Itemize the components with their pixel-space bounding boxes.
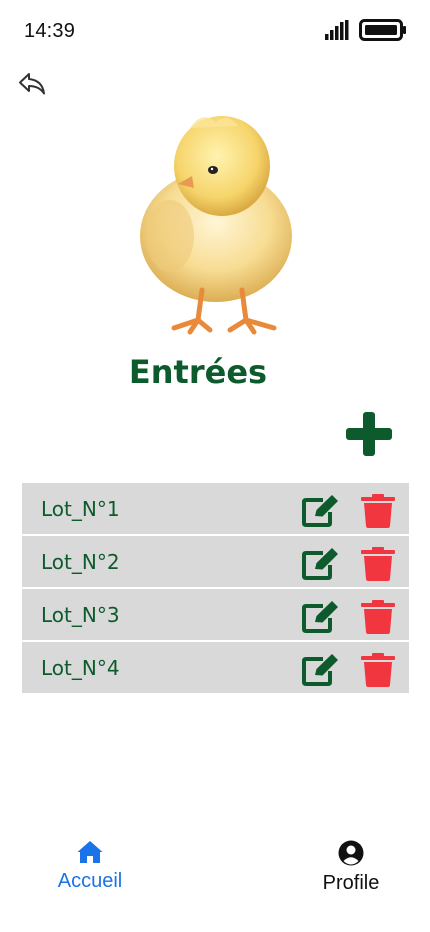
nav-item-profile[interactable]: Profile [306, 840, 396, 895]
lot-row[interactable]: Lot_N°4 [22, 642, 409, 693]
trash-icon [361, 653, 395, 687]
lot-label: Lot_N°3 [41, 602, 120, 627]
edit-lot-button[interactable] [301, 653, 341, 687]
edit-icon [302, 601, 338, 633]
trash-icon [361, 600, 395, 634]
lot-label: Lot_N°1 [41, 496, 120, 521]
edit-lot-button[interactable] [301, 600, 341, 634]
edit-lot-button[interactable] [301, 547, 341, 581]
chick-image [140, 116, 292, 335]
plus-icon [346, 412, 392, 456]
lot-label: Lot_N°4 [41, 655, 120, 680]
nav-item-label: Accueil [57, 870, 123, 892]
cellular-signal-icon [325, 20, 349, 40]
back-arrow-icon [19, 73, 45, 95]
lot-label: Lot_N°2 [41, 549, 120, 574]
trash-icon [361, 547, 395, 581]
lot-row[interactable]: Lot_N°1 [22, 483, 409, 534]
bottom-nav: Accueil Profile [0, 830, 430, 932]
back-button[interactable] [16, 68, 48, 100]
lot-list: Lot_N°1 Lot_N°2 Lot_N°3 Lot_N°4 [22, 483, 409, 695]
status-time: 14:39 [24, 20, 76, 42]
lot-row[interactable]: Lot_N°3 [22, 589, 409, 640]
home-icon [77, 841, 103, 863]
delete-lot-button[interactable] [360, 547, 396, 581]
battery-icon [359, 19, 406, 41]
delete-lot-button[interactable] [360, 494, 396, 528]
trash-icon [361, 494, 395, 528]
edit-icon [302, 495, 338, 527]
user-circle-icon [338, 840, 364, 866]
status-bar: 14:39 [0, 0, 430, 60]
edit-lot-button[interactable] [301, 494, 341, 528]
nav-item-label: Profile [322, 872, 380, 894]
add-lot-button[interactable] [344, 410, 394, 458]
delete-lot-button[interactable] [360, 653, 396, 687]
lot-row[interactable]: Lot_N°2 [22, 536, 409, 587]
edit-icon [302, 548, 338, 580]
nav-item-accueil[interactable]: Accueil [46, 840, 134, 893]
page-title: Entrées [128, 353, 268, 391]
delete-lot-button[interactable] [360, 600, 396, 634]
edit-icon [302, 654, 338, 686]
